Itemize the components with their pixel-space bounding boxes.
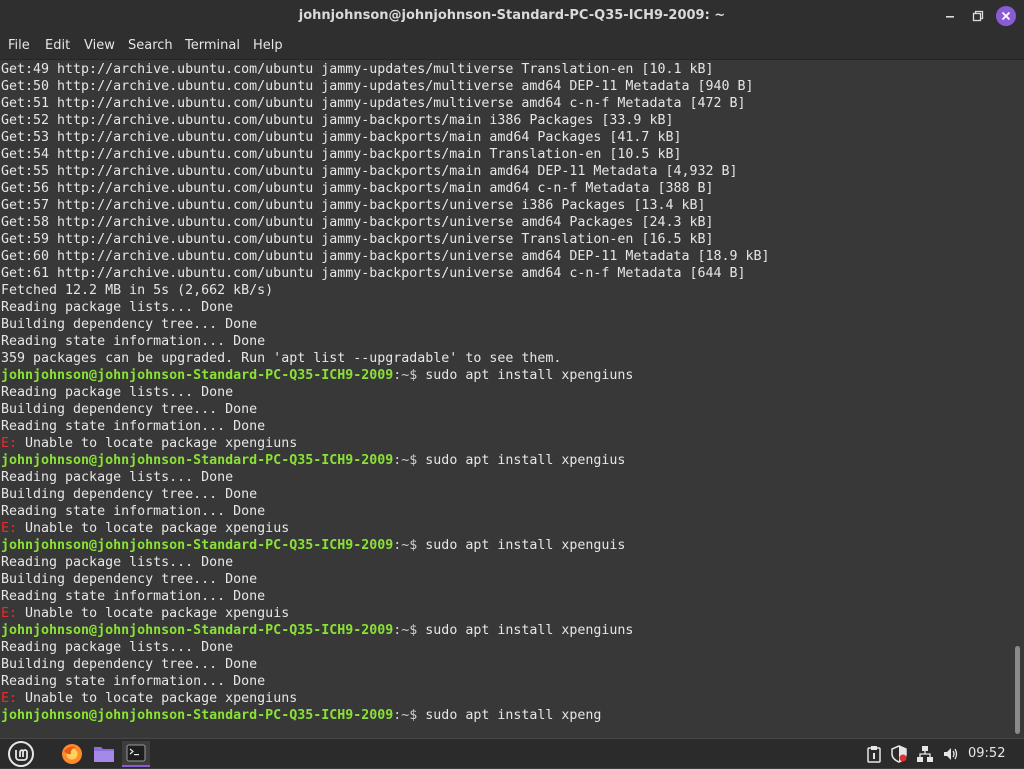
prompt-path: :~$ (393, 708, 426, 723)
terminal-output-line: Reading package lists... Done (1, 555, 234, 570)
error-prefix: E: (1, 521, 18, 536)
terminal-output-line: Reading package lists... Done (1, 300, 234, 315)
firefox-icon[interactable] (60, 742, 84, 766)
terminal-error-line: E: Unable to locate package xpengiuns (1, 435, 770, 452)
files-icon[interactable] (92, 742, 116, 766)
shield-icon[interactable] (887, 742, 911, 766)
terminal-output-line: Get:60 http://archive.ubuntu.com/ubuntu … (1, 249, 770, 264)
terminal-output-line: Building dependency tree... Done (1, 657, 258, 672)
prompt-path: :~$ (393, 538, 426, 553)
prompt-command: sudo apt install xpengiuns (425, 623, 634, 638)
menu-file[interactable]: File (8, 38, 30, 53)
terminal-output-line: Building dependency tree... Done (1, 402, 258, 417)
terminal-window: johnjohnson@johnjohnson-Standard-PC-Q35-… (0, 0, 1024, 738)
menu-search[interactable]: Search (128, 38, 173, 53)
error-message: Unable to locate package xpengius (17, 521, 290, 536)
terminal-error-line: E: Unable to locate package xpenguis (1, 605, 770, 622)
terminal-output-line: Reading state information... Done (1, 589, 266, 604)
terminal-prompt-line: johnjohnson@johnjohnson-Standard-PC-Q35-… (1, 452, 770, 469)
terminal-output-line: 359 packages can be upgraded. Run 'apt l… (1, 351, 562, 366)
terminal-output-line: Reading state information... Done (1, 504, 266, 519)
terminal-output-line: Building dependency tree... Done (1, 487, 258, 502)
terminal-output-line: Get:61 http://archive.ubuntu.com/ubuntu … (1, 266, 746, 281)
terminal-output-line: Get:53 http://archive.ubuntu.com/ubuntu … (1, 130, 682, 145)
terminal-prompt-line: johnjohnson@johnjohnson-Standard-PC-Q35-… (1, 707, 770, 724)
menu-terminal[interactable]: Terminal (185, 38, 240, 53)
error-prefix: E: (1, 606, 18, 621)
prompt-path: :~$ (393, 453, 426, 468)
menu-bar: File Edit View Search Terminal Help (0, 33, 1024, 60)
restore-icon (972, 10, 984, 22)
taskbar: 09:52 (0, 738, 1024, 768)
terminal-output-line: Get:49 http://archive.ubuntu.com/ubuntu … (1, 62, 714, 77)
prompt-user-host: johnjohnson@johnjohnson-Standard-PC-Q35-… (1, 453, 394, 468)
title-bar[interactable]: johnjohnson@johnjohnson-Standard-PC-Q35-… (0, 0, 1024, 33)
menu-help[interactable]: Help (253, 38, 283, 53)
terminal-output-line: Get:56 http://archive.ubuntu.com/ubuntu … (1, 181, 714, 196)
network-icon[interactable] (913, 742, 937, 766)
clipboard-icon[interactable] (862, 742, 886, 766)
terminal-scrollbar[interactable] (1012, 61, 1024, 738)
mint-menu-icon[interactable] (6, 739, 36, 769)
window-title: johnjohnson@johnjohnson-Standard-PC-Q35-… (298, 8, 726, 23)
terminal-output-line: Get:58 http://archive.ubuntu.com/ubuntu … (1, 215, 714, 230)
terminal-output-line: Reading package lists... Done (1, 470, 234, 485)
prompt-path: :~$ (393, 623, 426, 638)
terminal-output-line: Get:57 http://archive.ubuntu.com/ubuntu … (1, 198, 706, 213)
prompt-user-host: johnjohnson@johnjohnson-Standard-PC-Q35-… (1, 623, 394, 638)
menu-view[interactable]: View (84, 38, 115, 53)
prompt-command: sudo apt install xpeng (425, 708, 602, 723)
terminal-error-line: E: Unable to locate package xpengius (1, 520, 770, 537)
prompt-command: sudo apt install xpengiuns (425, 368, 634, 383)
minimize-button[interactable] (940, 6, 960, 26)
prompt-user-host: johnjohnson@johnjohnson-Standard-PC-Q35-… (1, 708, 394, 723)
volume-icon[interactable] (939, 742, 963, 766)
terminal-output-line: Building dependency tree... Done (1, 317, 258, 332)
error-message: Unable to locate package xpengiuns (17, 436, 298, 451)
clock[interactable]: 09:52 (968, 746, 1005, 761)
close-button[interactable] (996, 6, 1016, 26)
error-prefix: E: (1, 436, 18, 451)
terminal-output-line: Reading state information... Done (1, 674, 266, 689)
terminal-prompt-line: johnjohnson@johnjohnson-Standard-PC-Q35-… (1, 367, 770, 384)
prompt-command: sudo apt install xpengius (425, 453, 626, 468)
prompt-user-host: johnjohnson@johnjohnson-Standard-PC-Q35-… (1, 538, 394, 553)
error-prefix: E: (1, 691, 18, 706)
close-icon (1001, 11, 1011, 21)
terminal-output-line: Reading state information... Done (1, 419, 266, 434)
error-message: Unable to locate package xpengiuns (17, 691, 298, 706)
terminal-output-line: Get:55 http://archive.ubuntu.com/ubuntu … (1, 164, 738, 179)
terminal-output-line: Building dependency tree... Done (1, 572, 258, 587)
terminal-output-line: Get:59 http://archive.ubuntu.com/ubuntu … (1, 232, 714, 247)
error-message: Unable to locate package xpenguis (17, 606, 290, 621)
prompt-command: sudo apt install xpenguis (425, 538, 626, 553)
terminal-output-line: Reading package lists... Done (1, 385, 234, 400)
menu-edit[interactable]: Edit (45, 38, 70, 53)
prompt-path: :~$ (393, 368, 426, 383)
minimize-icon (946, 16, 954, 18)
terminal-icon[interactable] (122, 741, 150, 767)
terminal-output-line: Fetched 12.2 MB in 5s (2,662 kB/s) (1, 283, 274, 298)
terminal-output-line: Get:50 http://archive.ubuntu.com/ubuntu … (1, 79, 754, 94)
terminal-output-line: Get:51 http://archive.ubuntu.com/ubuntu … (1, 96, 746, 111)
terminal-lines: Get:49 http://archive.ubuntu.com/ubuntu … (1, 61, 770, 724)
maximize-button[interactable] (968, 6, 988, 26)
scrollbar-thumb[interactable] (1015, 646, 1020, 734)
terminal-output[interactable]: Get:49 http://archive.ubuntu.com/ubuntu … (0, 61, 1012, 738)
terminal-output-line: Get:54 http://archive.ubuntu.com/ubuntu … (1, 147, 682, 162)
terminal-output-line: Reading state information... Done (1, 334, 266, 349)
terminal-error-line: E: Unable to locate package xpengiuns (1, 690, 770, 707)
terminal-prompt-line: johnjohnson@johnjohnson-Standard-PC-Q35-… (1, 537, 770, 554)
prompt-user-host: johnjohnson@johnjohnson-Standard-PC-Q35-… (1, 368, 394, 383)
terminal-output-line: Reading package lists... Done (1, 640, 234, 655)
terminal-output-line: Get:52 http://archive.ubuntu.com/ubuntu … (1, 113, 674, 128)
terminal-prompt-line: johnjohnson@johnjohnson-Standard-PC-Q35-… (1, 622, 770, 639)
